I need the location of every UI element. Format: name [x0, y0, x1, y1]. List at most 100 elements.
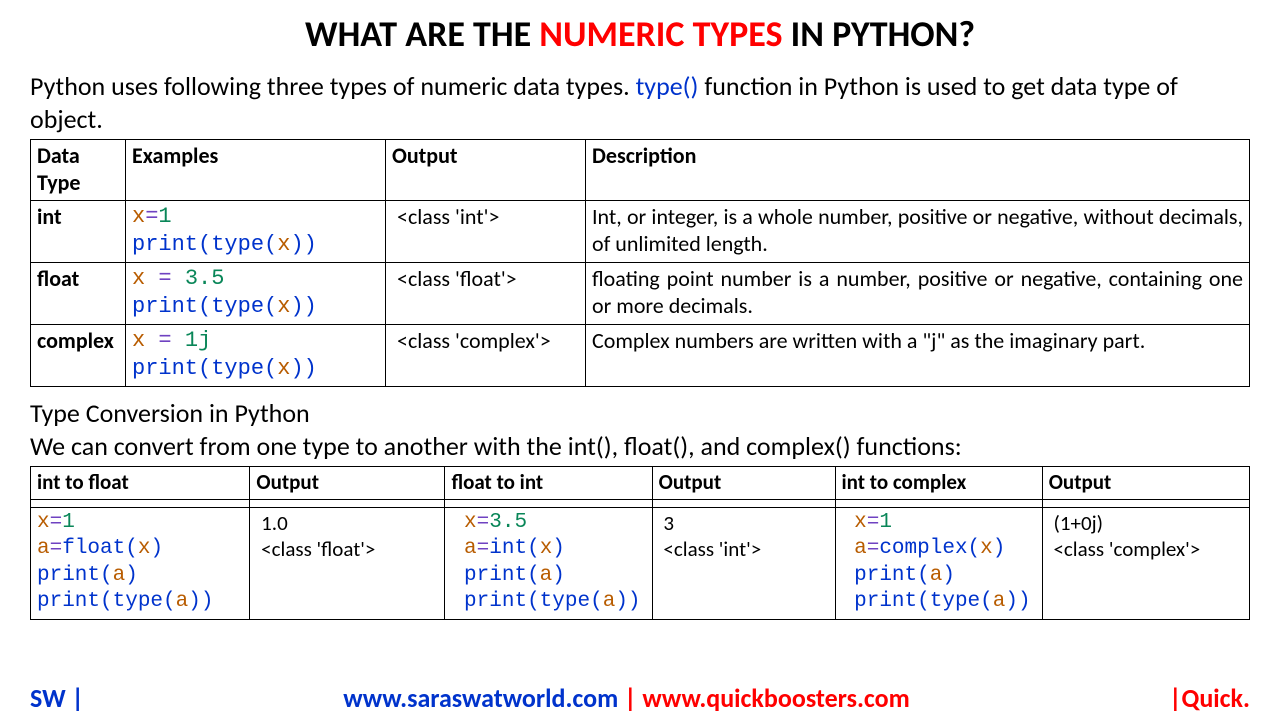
table-row: int x=1 print(type(x)) <class 'int'> Int… — [31, 201, 1250, 263]
description-cell: Int, or integer, is a whole number, posi… — [586, 201, 1250, 263]
col-output: Output — [386, 140, 586, 201]
code-paren: ( — [527, 564, 540, 587]
code-var: x — [277, 356, 290, 381]
code-paren: ( — [917, 590, 930, 613]
code-num: 3.5 — [489, 511, 527, 534]
code-cell: x=1 a=float(x) print(a) print(type(a)) — [31, 508, 250, 620]
table-row: complex x = 1j print(type(x)) <class 'co… — [31, 325, 1250, 387]
code-fn: print — [464, 564, 527, 587]
intro-fn: type() — [636, 70, 699, 102]
code-op: = — [145, 204, 158, 229]
code-paren: ) — [942, 564, 955, 587]
title-highlight: NUMERIC TYPES — [539, 12, 782, 56]
footer-center: www.saraswatworld.com | www.quickbooster… — [343, 682, 910, 714]
code-paren: ( — [100, 564, 113, 587]
example-code: x=1 print(type(x)) — [126, 201, 386, 263]
code-op: = — [867, 537, 880, 560]
code-num: 3.5 — [185, 266, 225, 291]
code-fn: float — [62, 537, 125, 560]
footer-url-2: www.quickboosters.com — [642, 682, 909, 714]
output-cell: 3 <class 'int'> — [652, 508, 835, 620]
output-text: <class 'int'> — [397, 203, 499, 230]
code-fn: type — [113, 590, 163, 613]
code-paren: )) — [290, 232, 316, 257]
conversion-table: int to float Output float to int Output … — [30, 466, 1250, 620]
table-row: float x = 3.5 print(type(x)) <class 'flo… — [31, 263, 1250, 325]
code-var: a — [176, 590, 189, 613]
code-var: a — [540, 564, 553, 587]
code-var: x — [132, 204, 145, 229]
output-line: <class 'complex'> — [1053, 536, 1200, 562]
title-pre: WHAT ARE THE — [305, 12, 539, 56]
col-int-to-float: int to float — [31, 467, 250, 500]
code-paren: ( — [198, 294, 211, 319]
output-cell: <class 'float'> — [386, 263, 586, 325]
code-var: a — [930, 564, 943, 587]
code-paren: )) — [290, 356, 316, 381]
spacer-row — [31, 500, 1250, 508]
code-op: = — [867, 511, 880, 534]
code-paren: ( — [100, 590, 113, 613]
col-float-to-int: float to int — [445, 467, 652, 500]
table-header-row: int to float Output float to int Output … — [31, 467, 1250, 500]
code-var: x — [540, 537, 553, 560]
code-paren: ) — [552, 564, 565, 587]
code-cell: x=3.5 a=int(x) print(a) print(type(a)) — [445, 508, 652, 620]
code-paren: ( — [125, 537, 138, 560]
col-output: Output — [652, 467, 835, 500]
conversion-title: Type Conversion in Python — [30, 397, 1250, 430]
page-title: WHAT ARE THE NUMERIC TYPES IN PYTHON? — [30, 12, 1250, 56]
description-cell: floating point number is a number, posit… — [586, 263, 1250, 325]
code-var: x — [277, 294, 290, 319]
type-name: int — [37, 203, 62, 230]
code-paren: )) — [290, 294, 316, 319]
col-int-to-complex: int to complex — [835, 467, 1042, 500]
code-var: a — [464, 537, 477, 560]
output-text: <class 'complex'> — [397, 327, 551, 354]
code-var: x — [138, 537, 151, 560]
code-paren: ( — [527, 537, 540, 560]
table-header-row: Data Type Examples Output Description — [31, 140, 1250, 201]
code-fn: print — [132, 356, 198, 381]
code-fn: print — [37, 590, 100, 613]
code-paren: ( — [917, 564, 930, 587]
code-paren: ( — [198, 356, 211, 381]
output-cell: 1.0 <class 'float'> — [250, 508, 445, 620]
code-var: a — [854, 537, 867, 560]
example-code: x = 3.5 print(type(x)) — [126, 263, 386, 325]
code-var: a — [993, 590, 1006, 613]
example-code: x = 1j print(type(x)) — [126, 325, 386, 387]
code-var: a — [37, 537, 50, 560]
description-cell: Complex numbers are written with a "j" a… — [586, 325, 1250, 387]
code-var: x — [37, 511, 50, 534]
code-paren: )) — [1005, 590, 1030, 613]
code-fn: print — [37, 564, 100, 587]
code-fn: print — [854, 564, 917, 587]
col-description: Description — [586, 140, 1250, 201]
code-cell: x=1 a=complex(x) print(a) print(type(a)) — [835, 508, 1042, 620]
code-var: a — [603, 590, 616, 613]
numeric-types-table: Data Type Examples Output Description in… — [30, 139, 1250, 387]
code-var: x — [980, 537, 993, 560]
col-data-type: Data Type — [31, 140, 126, 201]
col-output: Output — [1042, 467, 1249, 500]
code-fn: print — [464, 590, 527, 613]
code-num: 1 — [879, 511, 892, 534]
code-paren: ( — [980, 590, 993, 613]
code-paren: )) — [615, 590, 640, 613]
code-paren: ) — [150, 537, 163, 560]
code-paren: ( — [163, 590, 176, 613]
code-fn: type — [540, 590, 590, 613]
output-line: 1.0 — [261, 510, 288, 536]
code-paren: ) — [552, 537, 565, 560]
code-paren: ( — [264, 232, 277, 257]
code-var: x — [132, 266, 145, 291]
footer-left: SW | — [30, 682, 84, 714]
code-paren: )) — [188, 590, 213, 613]
title-post: IN PYTHON? — [783, 12, 976, 56]
code-fn: int — [489, 537, 527, 560]
footer-url-1: www.saraswatworld.com — [343, 682, 618, 714]
code-op: = — [50, 511, 63, 534]
code-fn: type — [930, 590, 980, 613]
output-line: (1+0j) — [1053, 510, 1103, 536]
